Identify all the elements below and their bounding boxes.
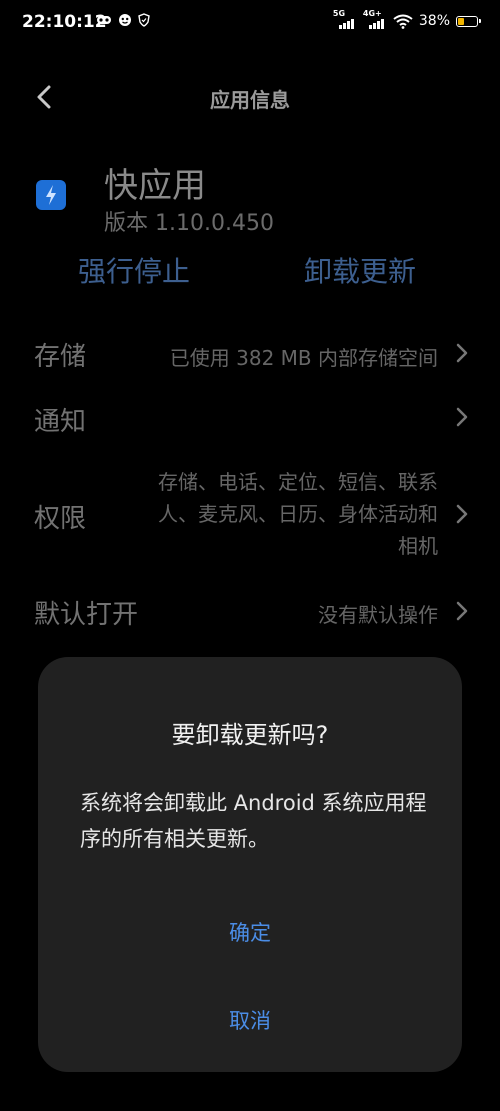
cancel-button[interactable]: 取消 — [38, 1005, 462, 1035]
app-name: 快应用 — [104, 166, 206, 206]
permissions-value: 存储、电话、定位、短信、联系 人、麦克风、日历、身体活动和 相机 — [158, 466, 438, 562]
status-time: 22:10:12 — [22, 12, 107, 32]
shield-icon — [138, 13, 150, 27]
wifi-icon — [393, 14, 413, 29]
uninstall-updates-button[interactable]: 卸载更新 — [304, 250, 416, 290]
lightning-icon — [46, 185, 56, 205]
default-open-value: 没有默认操作 — [318, 603, 438, 627]
app-icon — [36, 180, 66, 210]
storage-label: 存储 — [34, 342, 87, 372]
chevron-right-icon — [456, 343, 468, 363]
mask-icon — [97, 16, 111, 24]
battery-icon — [456, 15, 481, 27]
permissions-line: 存储、电话、定位、短信、联系 — [158, 470, 438, 494]
dialog-message: 系统将会卸载此 Android 系统应用程序的所有相关更新。 — [80, 791, 427, 851]
permissions-label: 权限 — [34, 504, 87, 534]
status-left-icons — [96, 13, 150, 27]
signal-4g-icon: 4G+ — [363, 9, 387, 31]
default-open-label: 默认打开 — [34, 600, 139, 630]
face-icon — [119, 14, 131, 26]
page-title: 应用信息 — [210, 88, 290, 112]
chevron-right-icon — [456, 407, 468, 427]
chevron-right-icon — [456, 504, 468, 524]
status-right: 5G 4G+ 38% — [333, 9, 481, 31]
permissions-line: 相机 — [398, 534, 438, 558]
force-stop-button[interactable]: 强行停止 — [78, 250, 190, 290]
app-version: 版本 1.10.0.450 — [104, 211, 274, 236]
status-bar: 22:10:12 5G 4G+ 38% — [0, 0, 500, 46]
uninstall-updates-dialog: 要卸载更新吗? 系统将会卸载此 Android 系统应用程序的所有相关更新。 确… — [38, 657, 462, 1072]
confirm-button[interactable]: 确定 — [38, 917, 462, 947]
battery-percent: 38% — [418, 13, 450, 29]
notifications-label: 通知 — [34, 407, 87, 437]
dialog-title: 要卸载更新吗? — [171, 721, 329, 749]
storage-value: 已使用 382 MB 内部存储空间 — [169, 346, 438, 370]
permissions-line: 人、麦克风、日历、身体活动和 — [158, 502, 438, 526]
chevron-right-icon — [456, 601, 468, 621]
signal-5g-icon: 5G — [333, 9, 357, 31]
